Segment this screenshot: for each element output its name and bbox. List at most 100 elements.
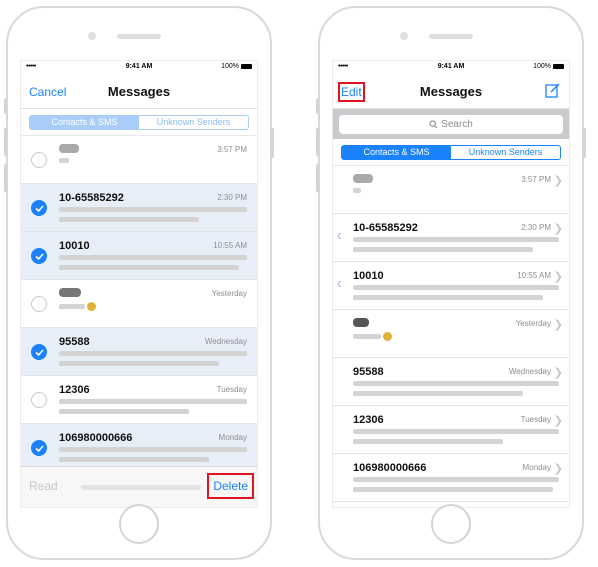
search-input[interactable]: Search bbox=[339, 115, 563, 134]
message-preview bbox=[59, 265, 239, 270]
sender-name: 12306 bbox=[353, 414, 384, 426]
home-button[interactable] bbox=[431, 504, 471, 544]
chevron-right-icon: ❯ bbox=[553, 367, 563, 379]
battery-label: 100% bbox=[533, 63, 551, 70]
message-row[interactable]: 10-65585292 2:30 PM bbox=[21, 184, 257, 232]
chevron-right-icon: ❯ bbox=[553, 223, 563, 235]
message-time: Yesterday bbox=[515, 319, 551, 328]
message-preview bbox=[353, 391, 523, 396]
phone-left: ••••• 9:41 AM 100% Cancel Messages Conta… bbox=[4, 6, 274, 560]
message-row[interactable]: ☾ 10010 10:55 AM ❯ bbox=[333, 262, 569, 310]
message-preview bbox=[59, 457, 209, 462]
message-preview bbox=[59, 409, 189, 414]
message-preview bbox=[59, 447, 247, 452]
message-preview bbox=[59, 399, 247, 404]
message-preview bbox=[59, 255, 247, 260]
sender-name: 10010 bbox=[353, 270, 384, 282]
select-checkbox[interactable] bbox=[31, 440, 47, 456]
chevron-right-icon: ❯ bbox=[553, 319, 563, 331]
delete-button[interactable]: Delete bbox=[207, 473, 254, 499]
message-time: 10:55 AM bbox=[517, 271, 551, 280]
filter-segment-bar: Contacts & SMS Unknown Senders bbox=[333, 139, 569, 166]
tab-contacts-sms[interactable]: Contacts & SMS bbox=[30, 116, 139, 129]
select-checkbox[interactable] bbox=[31, 200, 47, 216]
message-time: 2:30 PM bbox=[521, 223, 551, 232]
sender-name: 10-65585292 bbox=[353, 222, 418, 234]
status-bar: ••••• 9:41 AM 100% bbox=[333, 61, 569, 74]
tab-contacts-sms[interactable]: Contacts & SMS bbox=[342, 146, 451, 159]
message-time: Monday bbox=[218, 433, 247, 442]
battery-label: 100% bbox=[221, 63, 239, 70]
select-checkbox[interactable] bbox=[31, 152, 47, 168]
front-camera bbox=[88, 32, 96, 40]
select-checkbox[interactable] bbox=[31, 344, 47, 360]
nav-bar: Edit Messages bbox=[333, 74, 569, 109]
sender-name: 12306 bbox=[59, 384, 90, 396]
search-icon bbox=[429, 120, 438, 129]
message-row[interactable]: 106980000666 Monday ❯ bbox=[333, 454, 569, 502]
message-preview bbox=[59, 158, 69, 163]
message-preview bbox=[59, 217, 199, 222]
message-preview bbox=[353, 381, 559, 386]
earpiece-speaker bbox=[117, 34, 161, 39]
tab-unknown-senders[interactable]: Unknown Senders bbox=[451, 146, 560, 159]
volume-down-button bbox=[4, 164, 7, 192]
select-checkbox[interactable] bbox=[31, 392, 47, 408]
read-button[interactable]: Read bbox=[29, 479, 58, 493]
message-preview bbox=[353, 439, 503, 444]
volume-up-button bbox=[316, 128, 319, 156]
emoji-icon bbox=[87, 302, 96, 311]
message-row[interactable]: 10010 10:55 AM bbox=[21, 232, 257, 280]
message-list: 3:57 PM 10-65585292 2:30 PM 10010 10:55 … bbox=[21, 136, 257, 472]
message-time: 2:30 PM bbox=[217, 193, 247, 202]
mute-switch bbox=[4, 98, 7, 114]
message-row[interactable]: 106980000666 Monday bbox=[21, 424, 257, 472]
edit-toolbar: Read Delete bbox=[21, 466, 257, 507]
chevron-right-icon: ❯ bbox=[553, 271, 563, 283]
battery-icon bbox=[553, 63, 564, 69]
tab-unknown-senders[interactable]: Unknown Senders bbox=[139, 116, 248, 129]
page-title: Messages bbox=[419, 84, 483, 99]
message-row[interactable]: 95588 Wednesday bbox=[21, 328, 257, 376]
message-preview bbox=[59, 351, 247, 356]
message-row[interactable]: ☾ 10-65585292 2:30 PM ❯ bbox=[333, 214, 569, 262]
message-row[interactable]: 3:57 PM bbox=[21, 136, 257, 184]
moon-icon: ☾ bbox=[337, 280, 345, 289]
status-bar: ••••• 9:41 AM 100% bbox=[21, 61, 257, 74]
compose-icon[interactable] bbox=[545, 82, 561, 98]
message-row[interactable]: 3:57 PM ❯ bbox=[333, 166, 569, 214]
contact-avatar-name bbox=[59, 144, 79, 153]
checkmark-icon bbox=[35, 349, 44, 356]
screen-message-list: ••••• 9:41 AM 100% Edit Messages Search … bbox=[332, 60, 570, 508]
power-button bbox=[583, 128, 586, 158]
message-row[interactable]: Yesterday ❯ bbox=[333, 310, 569, 358]
message-time: 3:57 PM bbox=[217, 145, 247, 154]
message-row[interactable]: 12306 Tuesday ❯ bbox=[333, 406, 569, 454]
sender-name: 95588 bbox=[353, 366, 384, 378]
sender-name: 95588 bbox=[59, 336, 90, 348]
message-list: 3:57 PM ❯ ☾ 10-65585292 2:30 PM ❯ ☾ 1001… bbox=[333, 166, 569, 502]
select-checkbox[interactable] bbox=[31, 296, 47, 312]
message-preview bbox=[59, 304, 85, 309]
chevron-right-icon: ❯ bbox=[553, 175, 563, 187]
power-button bbox=[271, 128, 274, 158]
message-preview bbox=[353, 477, 559, 482]
volume-up-button bbox=[4, 128, 7, 156]
chevron-right-icon: ❯ bbox=[553, 463, 563, 475]
page-title: Messages bbox=[107, 84, 171, 99]
contact-avatar-name bbox=[59, 288, 81, 297]
select-checkbox[interactable] bbox=[31, 248, 47, 264]
chevron-right-icon: ❯ bbox=[553, 415, 563, 427]
message-preview bbox=[353, 334, 381, 339]
checkmark-icon bbox=[35, 205, 44, 212]
message-row[interactable]: 95588 Wednesday ❯ bbox=[333, 358, 569, 406]
message-time: 3:57 PM bbox=[521, 175, 551, 184]
emoji-icon bbox=[383, 332, 392, 341]
message-row[interactable]: Yesterday bbox=[21, 280, 257, 328]
volume-down-button bbox=[316, 164, 319, 192]
screen-edit-mode: ••••• 9:41 AM 100% Cancel Messages Conta… bbox=[20, 60, 258, 508]
home-button[interactable] bbox=[119, 504, 159, 544]
toolbar-blurred-area bbox=[81, 485, 201, 490]
earpiece-speaker bbox=[429, 34, 473, 39]
message-row[interactable]: 12306 Tuesday bbox=[21, 376, 257, 424]
